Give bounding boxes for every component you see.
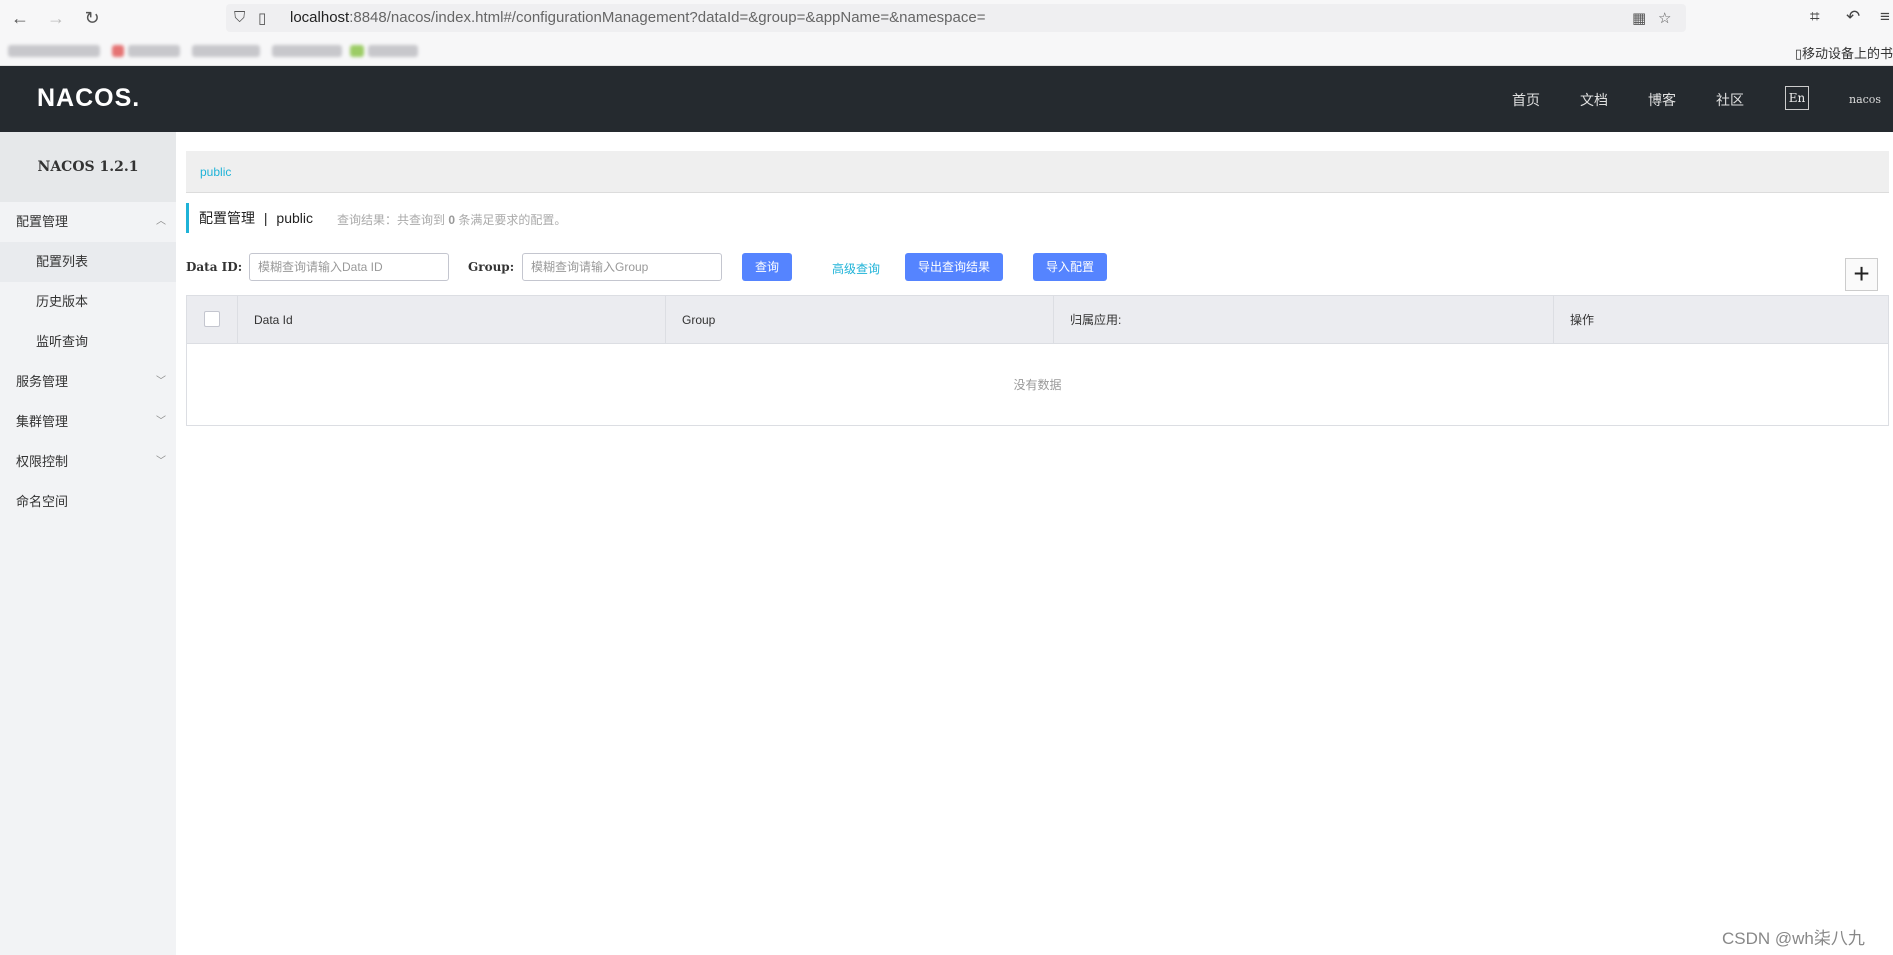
bookmark-item[interactable] <box>192 45 260 57</box>
nav-community[interactable]: 社区 <box>1716 90 1744 110</box>
nacos-logo[interactable]: NACOS. <box>37 84 140 113</box>
table-header: Data Id Group 归属应用: 操作 <box>187 296 1888 344</box>
column-header-data-id[interactable]: Data Id <box>238 296 666 344</box>
chevron-down-icon: ﹀ <box>156 376 166 387</box>
url-text: localhost:8848/nacos/index.html#/configu… <box>290 9 985 26</box>
shield-icon: ⛉ <box>234 9 246 26</box>
sidebar: NACOS 1.2.1 配置管理 ︿ 配置列表 历史版本 监听查询 服务管理 ﹀… <box>0 132 176 955</box>
nav-docs[interactable]: 文档 <box>1580 90 1608 110</box>
sidebar-item-label: 服务管理 <box>16 374 69 389</box>
nav-home[interactable]: 首页 <box>1512 90 1540 110</box>
page-title-text: 配置管理 <box>199 210 255 226</box>
sidebar-item-label: 历史版本 <box>36 294 89 309</box>
bookmark-icon <box>350 45 364 57</box>
user-name[interactable]: nacos <box>1849 93 1881 106</box>
data-id-input[interactable] <box>249 253 449 281</box>
mobile-bookmarks[interactable]: ▯移动设备上的书 <box>1795 43 1893 62</box>
query-result-summary: 查询结果：共查询到 0 条满足要求的配置。 <box>337 211 566 228</box>
page-namespace: public <box>276 210 314 226</box>
bookmark-icon <box>112 45 124 57</box>
sidebar-item-service-management[interactable]: 服务管理 ﹀ <box>0 362 176 402</box>
url-path: :8848/nacos/index.html#/configurationMan… <box>349 9 986 26</box>
data-id-label: Data ID: <box>186 260 243 274</box>
qr-code-icon[interactable]: ▦ <box>1632 9 1646 27</box>
page-header: 配置管理 | public <box>186 203 313 233</box>
sidebar-item-cluster-management[interactable]: 集群管理 ﹀ <box>0 402 176 442</box>
reload-icon[interactable]: ↻ <box>79 6 105 30</box>
query-result-suffix: 条满足要求的配置。 <box>458 213 567 227</box>
screenshot-icon[interactable]: ⌗ <box>1810 7 1820 27</box>
bookmark-item[interactable] <box>368 45 418 57</box>
bookmark-star-icon[interactable]: ☆ <box>1658 9 1671 27</box>
namespace-bar: public <box>186 151 1889 193</box>
language-switch-button[interactable]: En <box>1785 86 1809 110</box>
app-header: NACOS. 首页 文档 博客 社区 En nacos <box>0 66 1893 132</box>
bookmarks-bar: ▯移动设备上的书 <box>0 36 1893 66</box>
sidebar-item-config-management[interactable]: 配置管理 ︿ <box>0 202 176 242</box>
sidebar-item-history[interactable]: 历史版本 <box>0 282 176 322</box>
chevron-down-icon: ﹀ <box>156 456 166 467</box>
undo-icon[interactable]: ↶ <box>1846 7 1860 27</box>
bookmark-item[interactable] <box>272 45 342 57</box>
address-bar[interactable]: ⛉ ▯ localhost:8848/nacos/index.html#/con… <box>226 4 1686 32</box>
title-separator: | <box>263 210 268 226</box>
menu-icon[interactable]: ≡ <box>1880 7 1890 27</box>
sidebar-item-label: 配置列表 <box>36 254 89 269</box>
sidebar-title: NACOS 1.2.1 <box>0 132 176 202</box>
sidebar-item-label: 配置管理 <box>16 214 69 229</box>
select-all-cell <box>187 296 238 344</box>
browser-toolbar: ← → ↻ ⛉ ▯ localhost:8848/nacos/index.htm… <box>0 0 1893 36</box>
nav-blog[interactable]: 博客 <box>1648 90 1676 110</box>
sidebar-item-config-list[interactable]: 配置列表 <box>0 242 176 282</box>
query-result-count: 0 <box>448 213 456 227</box>
namespace-tab-public[interactable]: public <box>200 165 231 179</box>
page-title: 配置管理 | public <box>199 203 313 233</box>
column-header-group[interactable]: Group <box>666 296 1054 344</box>
column-header-actions: 操作 <box>1570 313 1595 327</box>
back-icon[interactable]: ← <box>7 6 33 30</box>
sidebar-item-label: 命名空间 <box>16 494 69 509</box>
bookmark-item[interactable] <box>128 45 180 57</box>
page-info-icon[interactable]: ▯ <box>258 9 266 27</box>
add-config-button[interactable]: + <box>1845 258 1878 291</box>
forward-icon[interactable]: → <box>43 6 69 30</box>
mobile-bookmarks-label: 移动设备上的书 <box>1801 46 1893 61</box>
bookmark-item[interactable] <box>8 45 100 57</box>
url-host: localhost <box>290 9 350 26</box>
chevron-down-icon: ﹀ <box>156 416 166 427</box>
config-table: Data Id Group 归属应用: 操作 没有数据 <box>186 295 1889 426</box>
csdn-watermark: CSDN @wh柒八九 <box>1722 929 1865 948</box>
group-label: Group: <box>468 260 515 274</box>
column-header-app[interactable]: 归属应用: <box>1054 296 1554 344</box>
sidebar-item-listener-query[interactable]: 监听查询 <box>0 322 176 362</box>
chevron-up-icon: ︿ <box>156 216 166 227</box>
sidebar-item-label: 权限控制 <box>16 454 69 469</box>
query-result-prefix: 查询结果：共查询到 <box>337 213 446 227</box>
group-input[interactable] <box>522 253 722 281</box>
sidebar-item-label: 监听查询 <box>36 334 89 349</box>
export-results-button[interactable]: 导出查询结果 <box>905 253 1003 281</box>
sidebar-item-namespace[interactable]: 命名空间 <box>0 482 176 522</box>
import-config-button[interactable]: 导入配置 <box>1033 253 1107 281</box>
advanced-search-link[interactable]: 高级查询 <box>832 260 880 277</box>
search-button[interactable]: 查询 <box>742 253 792 281</box>
select-all-checkbox[interactable] <box>204 311 220 327</box>
sidebar-item-access-control[interactable]: 权限控制 ﹀ <box>0 442 176 482</box>
sidebar-item-label: 集群管理 <box>16 414 69 429</box>
table-empty-message: 没有数据 <box>1013 378 1062 392</box>
